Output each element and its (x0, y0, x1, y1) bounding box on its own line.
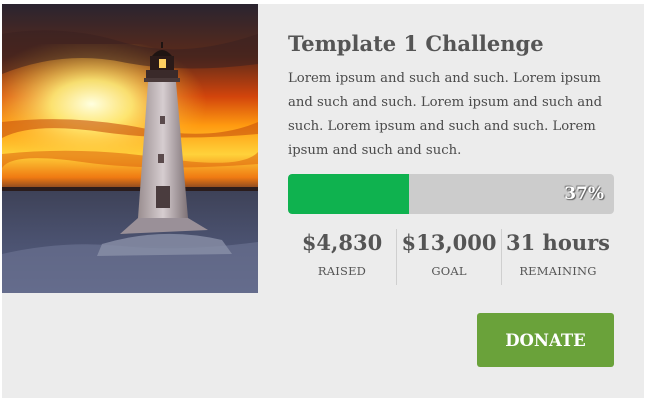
stat-raised: $4,830 RAISED (288, 229, 396, 285)
campaign-card: Template 1 Challenge Lorem ipsum and suc… (2, 4, 644, 398)
stat-goal-value: $13,000 (401, 230, 497, 255)
stat-remaining: 31 hours REMAINING (502, 229, 614, 285)
progress-fill (288, 174, 409, 214)
campaign-details: Template 1 Challenge Lorem ipsum and suc… (288, 30, 614, 163)
campaign-description: Lorem ipsum and such and such. Lorem ips… (288, 71, 603, 158)
stat-goal: $13,000 GOAL (397, 229, 501, 285)
campaign-stats: $4,830 RAISED $13,000 GOAL 31 hours REMA… (288, 229, 614, 285)
stat-goal-label: GOAL (431, 264, 467, 278)
stat-raised-value: $4,830 (301, 230, 383, 255)
progress-percent: 37% (564, 184, 604, 204)
progress-bar: 37% (288, 174, 614, 214)
campaign-title: Template 1 Challenge (288, 31, 544, 56)
stat-remaining-label: REMAINING (519, 264, 597, 278)
lighthouse-photo (2, 4, 258, 293)
stat-raised-label: RAISED (317, 264, 367, 278)
donate-button[interactable]: DONATE (477, 313, 614, 367)
stat-remaining-value: 31 hours (506, 230, 610, 255)
